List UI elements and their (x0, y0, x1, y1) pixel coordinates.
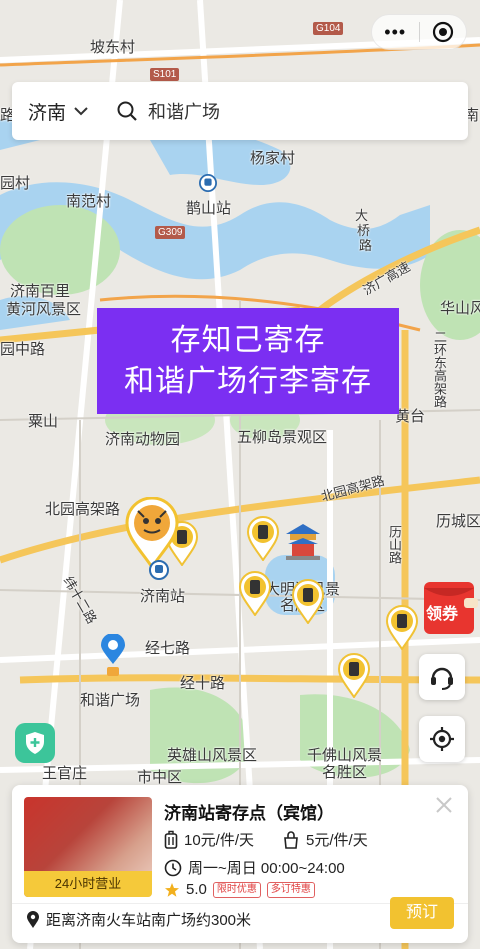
map-label: 济南动物园 (105, 431, 181, 448)
miniprogram-capsule: ••• (371, 14, 467, 50)
train-station-icon (149, 560, 169, 580)
storage-pin[interactable] (337, 652, 371, 698)
crosshair-icon (430, 727, 454, 751)
map-label: 历城区 (436, 513, 480, 530)
schedule-text: 周一~周日 00:00~24:00 (188, 860, 345, 877)
large-luggage-icon (164, 830, 178, 850)
road-badge-s101: S101 (150, 68, 180, 81)
chevron-down-icon (74, 107, 88, 116)
insurance-shield-button[interactable] (15, 723, 55, 763)
road-badge-g309: G309 (155, 226, 186, 239)
map-label: 杨家村 (250, 150, 296, 167)
customer-service-button[interactable] (419, 654, 465, 700)
search-icon (117, 101, 137, 121)
coupon-label: 领券 (426, 606, 459, 623)
station-detail-card[interactable]: 24小时营业 济南站寄存点（宾馆） 10元/件/天 5元/件/天 周一~周日 0… (12, 785, 468, 943)
headset-icon (431, 667, 453, 690)
rating-row: 5.0 限时优惠 多订特惠 (164, 881, 315, 898)
map-label: 历山路 (387, 525, 402, 564)
map-label: 黄台 (395, 408, 426, 425)
distance-row: 距离济南火车站南广场约300米 (26, 909, 251, 930)
map-label: 园村 (0, 175, 31, 192)
storage-pin[interactable] (238, 570, 272, 616)
station-title: 济南站寄存点（宾馆） (164, 804, 334, 823)
shield-plus-icon (26, 732, 44, 754)
map-label: 和谐广场 (80, 692, 141, 709)
clock-icon (164, 859, 182, 877)
city-label: 济南 (28, 102, 67, 124)
selected-station-pin[interactable] (124, 497, 180, 569)
map-label: 经十路 (180, 675, 226, 692)
map-label: 黄河风景区 (6, 301, 82, 318)
target-circle-icon (432, 21, 453, 43)
book-button[interactable]: 预订 (390, 897, 454, 929)
banner-line-1: 存知己寄存 (170, 324, 326, 357)
map-label: 名胜区 (322, 764, 368, 781)
banner-line-2: 和谐广场行李寄存 (124, 365, 372, 398)
storage-pin[interactable] (385, 604, 419, 650)
star-icon (164, 882, 180, 898)
small-price: 5元/件/天 (306, 832, 368, 849)
small-bag-icon (282, 830, 300, 849)
distance-text: 距离济南火车站南广场约300米 (46, 912, 252, 929)
promo-banner: 存知己寄存 和谐广场行李寄存 (97, 308, 399, 414)
search-location-pin[interactable] (99, 634, 127, 678)
map-label: 五柳岛景观区 (237, 429, 328, 446)
map-label: 鹊山站 (186, 200, 232, 217)
close-miniprogram-button[interactable] (419, 21, 466, 43)
map-label: 经七路 (145, 640, 191, 657)
location-pin-icon (27, 910, 39, 928)
city-selector[interactable]: 济南 (12, 98, 112, 125)
more-menu-button[interactable]: ••• (372, 17, 419, 47)
map-label: 英雄山风景区 (167, 747, 258, 764)
map-label: 园中路 (0, 341, 46, 358)
close-icon[interactable] (434, 795, 454, 815)
hours-badge: 24小时营业 (24, 871, 152, 897)
storage-pin[interactable] (291, 578, 325, 624)
train-station-icon (199, 174, 217, 192)
map-label: 路 (359, 238, 373, 253)
search-bar: 济南 和谐广场 (12, 82, 468, 140)
station-photo[interactable]: 24小时营业 (24, 797, 152, 897)
large-price: 10元/件/天 (184, 832, 255, 849)
map-label: 济南站 (140, 588, 186, 605)
schedule-row: 周一~周日 00:00~24:00 (164, 857, 345, 878)
map-label: 市中区 (137, 769, 183, 786)
map-label: 坡东村 (90, 39, 136, 56)
map-label: 二环东高架路 (432, 330, 447, 408)
map-label: 北园高架路 (45, 501, 121, 518)
price-row: 10元/件/天 5元/件/天 (164, 829, 368, 850)
road-badge-g104: G104 (313, 22, 344, 35)
locate-me-button[interactable] (419, 716, 465, 762)
promo-tag: 多订特惠 (266, 881, 315, 898)
rating-value: 5.0 (186, 881, 207, 898)
search-value: 和谐广场 (148, 102, 220, 122)
coupon-button[interactable]: 领券 (418, 578, 480, 638)
map-label: 王官庄 (42, 765, 88, 782)
map-label: 华山风景 (440, 300, 480, 317)
map-label: 粟山 (28, 413, 59, 430)
map-label: 南范村 (66, 193, 112, 210)
promo-tag: 限时优惠 (212, 881, 261, 898)
storage-pin[interactable] (246, 515, 280, 561)
palace-landmark-icon (286, 524, 320, 560)
search-input[interactable]: 和谐广场 (116, 98, 220, 124)
